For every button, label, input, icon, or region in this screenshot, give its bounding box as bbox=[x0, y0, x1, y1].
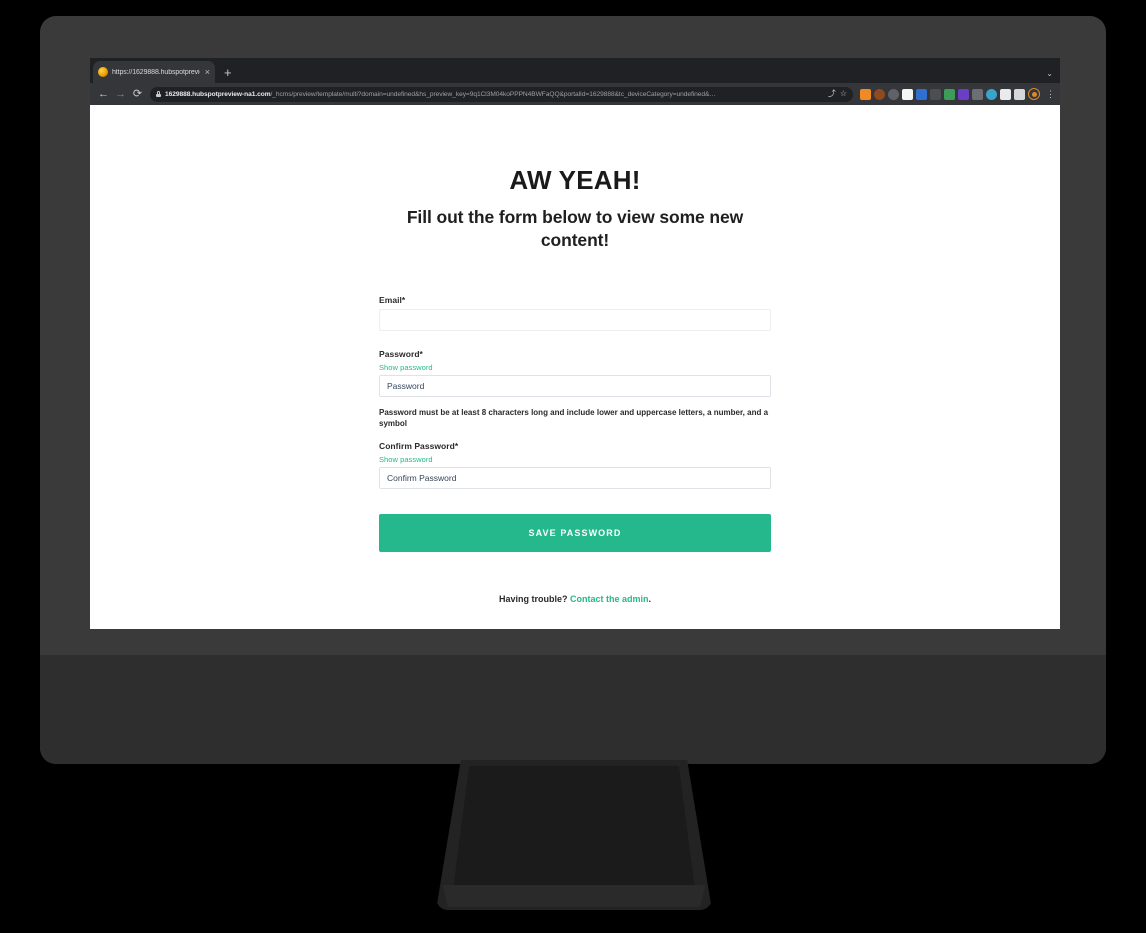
browser-tab-strip: https://1629888.hubspotprevie × + ⌄ bbox=[90, 58, 1060, 83]
show-password-link-1[interactable]: Show password bbox=[379, 363, 771, 372]
monitor-chin bbox=[40, 655, 1106, 764]
password-form: AW YEAH! Fill out the form below to view… bbox=[379, 165, 771, 604]
tab-favicon-icon bbox=[98, 67, 108, 77]
page-content: AW YEAH! Fill out the form below to view… bbox=[90, 105, 1060, 629]
extension-icon-4[interactable] bbox=[902, 88, 913, 100]
email-field[interactable] bbox=[379, 308, 771, 331]
bookmark-star-icon[interactable]: ☆ bbox=[840, 90, 847, 98]
extension-icon-6[interactable] bbox=[930, 88, 941, 100]
new-tab-button[interactable]: + bbox=[224, 66, 232, 79]
monitor-screen: https://1629888.hubspotprevie × + ⌄ ← → … bbox=[90, 58, 1060, 629]
monitor-stand-inner bbox=[452, 766, 696, 898]
page-headline: AW YEAH! bbox=[509, 165, 641, 195]
footer-prefix: Having trouble? bbox=[498, 593, 570, 604]
save-password-button[interactable]: SAVE PASSWORD bbox=[379, 513, 771, 552]
tab-title: https://1629888.hubspotprevie bbox=[112, 68, 200, 76]
profile-avatar[interactable] bbox=[1028, 88, 1040, 100]
forward-button-icon[interactable]: → bbox=[112, 86, 129, 103]
tab-search-chevron-down-icon[interactable]: ⌄ bbox=[1046, 70, 1053, 78]
browser-menu-icon[interactable]: ⋮ bbox=[1043, 89, 1055, 99]
extension-icon-5[interactable] bbox=[916, 88, 927, 100]
show-password-link-2[interactable]: Show password bbox=[379, 455, 771, 464]
extension-icon-9[interactable] bbox=[972, 88, 983, 100]
confirm-password-field[interactable] bbox=[379, 466, 771, 489]
email-label: Email* bbox=[379, 294, 406, 305]
extension-icon-1[interactable] bbox=[860, 88, 871, 100]
browser-tab[interactable]: https://1629888.hubspotprevie × bbox=[93, 61, 215, 83]
extension-icon-3[interactable] bbox=[888, 88, 899, 100]
monitor-body: https://1629888.hubspotprevie × + ⌄ ← → … bbox=[40, 16, 1106, 764]
extension-icon-2[interactable] bbox=[874, 88, 885, 100]
lock-icon bbox=[156, 91, 161, 97]
reload-button-icon[interactable]: ⟳ bbox=[129, 86, 146, 103]
footer-suffix: . bbox=[648, 593, 652, 604]
password-label: Password* bbox=[379, 348, 423, 359]
address-bar[interactable]: 1629888.hubspotpreview-na1.com/_hcms/pre… bbox=[150, 86, 853, 102]
extension-icon-8[interactable] bbox=[958, 88, 969, 100]
extension-icon-7[interactable] bbox=[944, 88, 955, 100]
extension-icon-11[interactable] bbox=[1000, 88, 1011, 100]
url-path: /_hcms/preview/template/multi?domain=und… bbox=[270, 90, 716, 98]
footer-help-text: Having trouble? Contact the admin. bbox=[379, 594, 771, 604]
password-requirements-text: Password must be at least 8 characters l… bbox=[379, 407, 769, 429]
back-button-icon[interactable]: ← bbox=[95, 86, 112, 103]
extension-icon-12[interactable] bbox=[1014, 88, 1025, 100]
extension-icon-10[interactable] bbox=[986, 88, 997, 100]
password-field[interactable] bbox=[379, 374, 771, 397]
address-bar-url: 1629888.hubspotpreview-na1.com/_hcms/pre… bbox=[165, 91, 824, 98]
share-icon[interactable]: ⤴ bbox=[828, 90, 836, 98]
browser-toolbar: ← → ⟳ 1629888.hubspotpreview-na1.com/_hc… bbox=[90, 83, 1060, 105]
url-domain: 1629888.hubspotpreview-na1.com bbox=[165, 90, 271, 98]
extensions-row: ⋮ bbox=[858, 88, 1055, 100]
tab-close-icon[interactable]: × bbox=[204, 67, 210, 77]
confirm-password-label: Confirm Password* bbox=[379, 440, 459, 451]
contact-admin-link[interactable]: Contact the admin bbox=[570, 594, 649, 604]
monitor-stand-edge bbox=[442, 885, 706, 907]
page-subheadline: Fill out the form below to view some new… bbox=[406, 207, 744, 251]
field-spacer bbox=[379, 331, 771, 349]
